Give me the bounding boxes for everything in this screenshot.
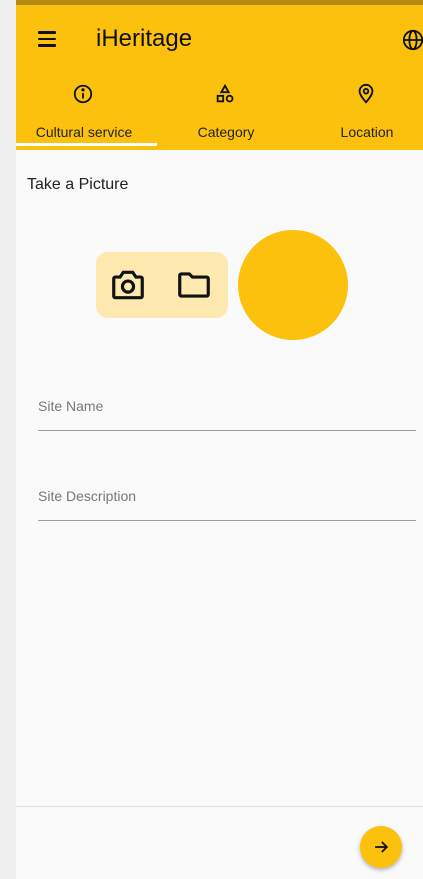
camera-button[interactable] xyxy=(108,266,148,304)
site-description-field[interactable] xyxy=(38,472,416,521)
site-name-field[interactable] xyxy=(38,382,416,431)
section-title: Take a Picture xyxy=(27,176,129,193)
next-button[interactable] xyxy=(360,826,402,868)
menu-icon xyxy=(38,44,56,47)
site-description-input[interactable] xyxy=(38,472,416,520)
location-pin-icon xyxy=(355,83,377,105)
tab-location[interactable]: Location xyxy=(299,75,423,150)
tab-label: Cultural service xyxy=(35,124,133,140)
menu-icon xyxy=(38,31,56,34)
menu-icon xyxy=(38,37,56,41)
folder-icon xyxy=(178,272,210,298)
tab-indicator xyxy=(16,143,157,146)
category-icon xyxy=(214,83,236,105)
tab-label: Category xyxy=(197,124,255,140)
site-name-input[interactable] xyxy=(38,382,416,430)
bottom-divider xyxy=(16,806,423,807)
arrow-right-icon xyxy=(375,841,389,853)
info-icon xyxy=(72,83,94,105)
app-screen: iHeritage Cultural service Category Loca… xyxy=(16,0,423,879)
app-bar: iHeritage Cultural service Category Loca… xyxy=(16,5,423,150)
camera-icon xyxy=(112,270,144,300)
image-preview xyxy=(238,230,348,340)
globe-icon[interactable] xyxy=(402,29,423,51)
tab-category[interactable]: Category xyxy=(158,75,294,150)
menu-button[interactable] xyxy=(34,26,60,52)
tab-cultural-service[interactable]: Cultural service xyxy=(16,75,152,150)
image-source-picker xyxy=(96,252,228,318)
app-title: iHeritage xyxy=(96,25,193,52)
folder-button[interactable] xyxy=(174,266,214,304)
tab-label: Location xyxy=(340,124,394,140)
